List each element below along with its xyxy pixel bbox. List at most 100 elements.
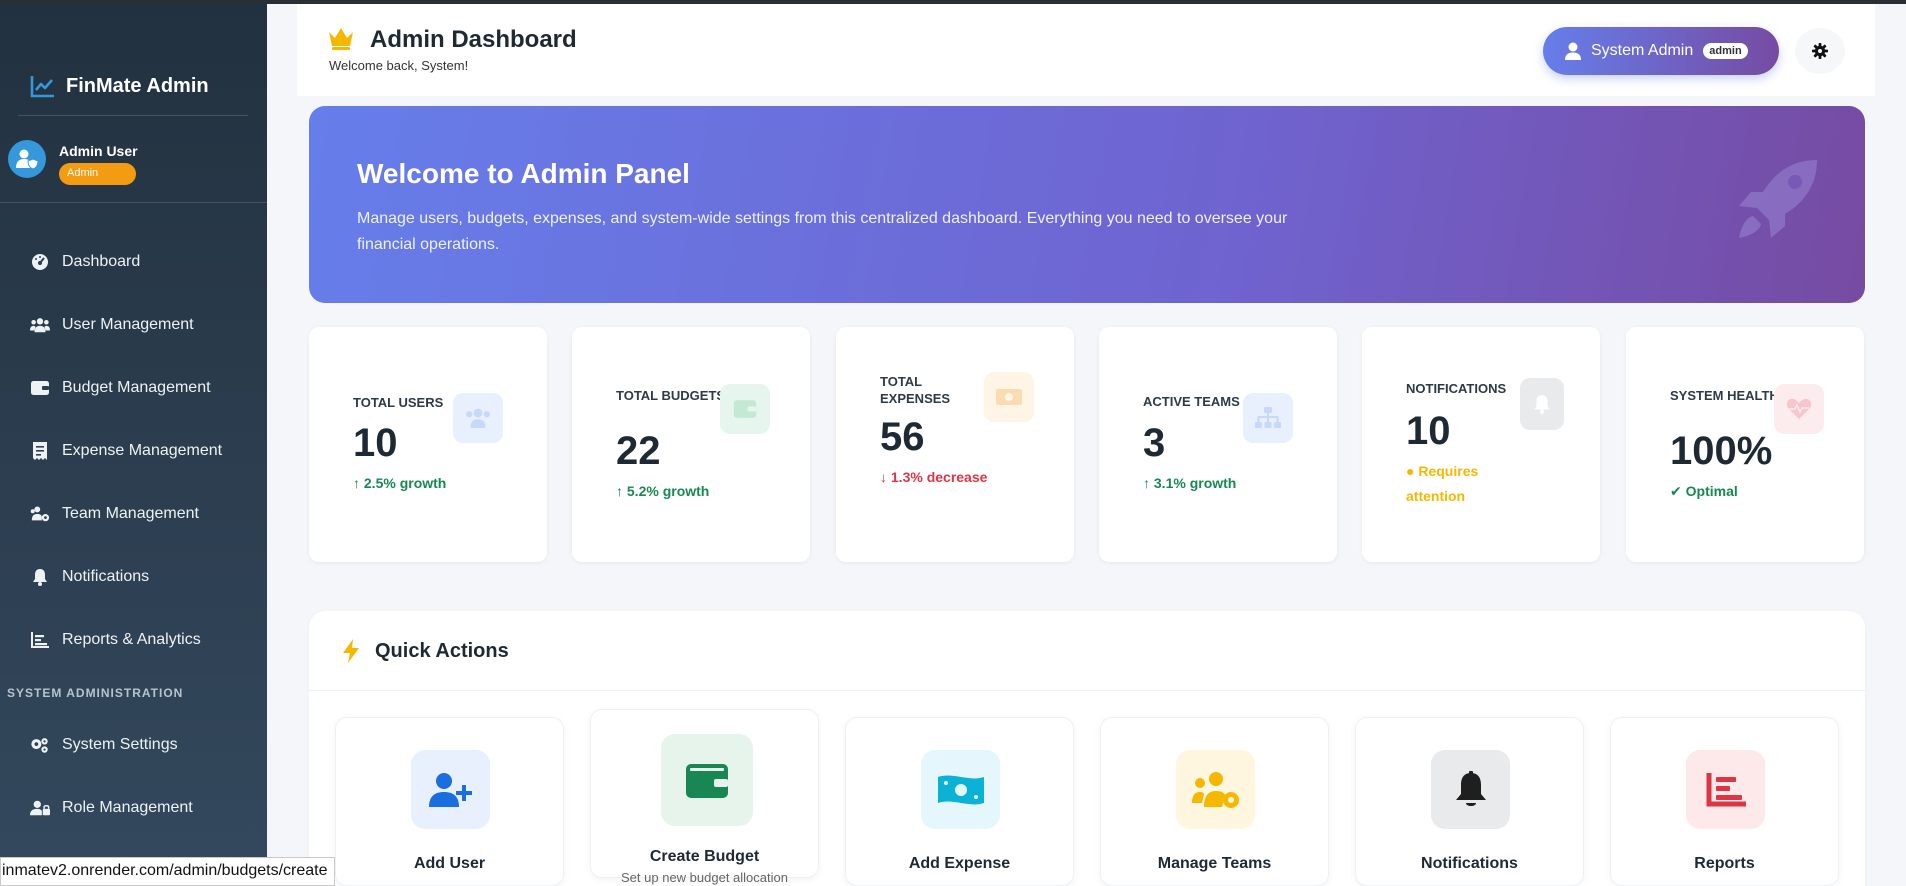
stat-label: Total Users: [353, 395, 444, 410]
wallet-icon: [720, 384, 770, 434]
quick-action-create-budget[interactable]: Create Budget Set up new budget allocati…: [590, 709, 819, 885]
quick-action-notifications[interactable]: Notifications: [1355, 717, 1584, 886]
crown-icon: [329, 28, 353, 50]
sidebar-item-label: Role Management: [62, 798, 193, 816]
stat-card-total-users: Total Users 10 ↑ 2.5% growth: [309, 327, 547, 562]
stat-card-active-teams: Active Teams 3 ↑ 3.1% growth: [1099, 327, 1337, 562]
heart-pulse-icon: [1774, 384, 1824, 434]
stat-value: 3: [1143, 421, 1166, 465]
sidebar-item-label: User Management: [62, 315, 194, 333]
users-icon: [30, 315, 50, 335]
status-bar-url: inmatev2.onrender.com/admin/budgets/crea…: [0, 857, 335, 886]
stat-card-notifications: Notifications 10 ● Requires attention: [1362, 327, 1600, 562]
stat-label: Total Expenses: [880, 374, 951, 406]
rocket-icon: [1739, 160, 1817, 238]
sidebar-item-budgets[interactable]: Budget Management: [0, 356, 267, 419]
settings-button[interactable]: [1795, 28, 1845, 74]
bell-icon: [1431, 750, 1510, 829]
user-lock-icon: [30, 798, 50, 818]
stat-trend: ↑ 5.2% growth: [616, 479, 726, 504]
chart-line-icon: [30, 76, 54, 98]
quick-action-label: Reports: [1694, 855, 1755, 872]
nav-section-label: SYSTEM ADMINISTRATION: [7, 686, 184, 700]
arrow-up-icon: ↑: [353, 475, 364, 491]
top-header: Admin Dashboard Welcome back, System! Sy…: [297, 4, 1875, 96]
stat-trend-text: 5.2% growth: [626, 483, 710, 499]
chart-bar-icon: [1686, 750, 1765, 829]
bell-icon: [30, 567, 50, 587]
avatar: [8, 140, 46, 178]
wallet-icon: [30, 378, 50, 398]
stat-trend: ● Requires attention: [1406, 459, 1516, 509]
sidebar-user-name: Admin User: [59, 143, 138, 159]
quick-action-description: Set up new budget allocation: [621, 870, 788, 885]
sidebar-item-system-settings[interactable]: System Settings: [0, 713, 267, 776]
stat-card-system-health: System Health 100% ✔ Optimal: [1626, 327, 1864, 562]
user-menu-button[interactable]: System Admin admin: [1543, 27, 1779, 75]
users-icon: [453, 393, 503, 443]
quick-action-label: Notifications: [1421, 855, 1518, 872]
quick-action-label: Manage Teams: [1157, 855, 1272, 872]
quick-action-manage-teams[interactable]: Manage Teams: [1100, 717, 1329, 886]
window-top-border: [0, 0, 1906, 4]
sidebar-nav: Dashboard User Management Budget Managem…: [0, 230, 267, 671]
users-cog-icon: [1176, 750, 1255, 829]
sidebar-item-label: Budget Management: [62, 378, 211, 396]
sidebar-item-label: Notifications: [62, 567, 150, 585]
stat-trend-text: Optimal: [1685, 483, 1738, 499]
user-shield-icon: [16, 149, 39, 170]
stat-trend: ↑ 3.1% growth: [1143, 471, 1253, 496]
sidebar-item-label: Reports & Analytics: [62, 630, 201, 648]
stat-value: 22: [616, 429, 661, 473]
stat-card-total-budgets: Total Budgets 22 ↑ 5.2% growth: [572, 327, 810, 562]
stat-label: Total Budgets: [616, 388, 726, 403]
sidebar-item-label: Dashboard: [62, 252, 141, 270]
money-bill-icon: [921, 750, 1000, 829]
bolt-icon: [343, 639, 359, 663]
arrow-up-icon: ↑: [1143, 475, 1154, 491]
arrow-up-icon: ↑: [616, 483, 627, 499]
quick-action-label: Add User: [413, 855, 486, 872]
chart-icon: [30, 630, 50, 650]
stat-trend: ↓ 1.3% decrease: [880, 465, 990, 490]
sidebar-item-label: System Settings: [62, 735, 178, 753]
stat-value: 100%: [1670, 429, 1773, 473]
sidebar: FinMate Admin Admin User Admin Dashboard…: [0, 4, 267, 886]
welcome-banner: Welcome to Admin Panel Manage users, bud…: [309, 106, 1865, 303]
quick-action-add-user[interactable]: Add User: [335, 717, 564, 886]
sidebar-item-dashboard[interactable]: Dashboard: [0, 230, 267, 293]
quick-actions-header: Quick Actions: [309, 611, 1865, 691]
stat-value: 10: [1406, 409, 1451, 453]
bell-icon: [1520, 378, 1564, 430]
stat-label: Notifications: [1406, 381, 1507, 396]
stat-trend: ↑ 2.5% growth: [353, 471, 463, 496]
sidebar-item-teams[interactable]: Team Management: [0, 482, 267, 545]
quick-actions-title: Quick Actions: [375, 640, 509, 662]
page-title: Admin Dashboard: [370, 26, 577, 53]
stat-trend-text: 3.1% growth: [1153, 475, 1237, 491]
user-role-tag: admin: [1703, 43, 1748, 59]
gears-icon: [30, 735, 50, 755]
brand[interactable]: FinMate Admin: [0, 4, 267, 116]
money-icon: [984, 372, 1034, 422]
stat-trend-text: 1.3% decrease: [890, 469, 988, 485]
sidebar-item-users[interactable]: User Management: [0, 293, 267, 356]
sidebar-item-role-management[interactable]: Role Management: [0, 776, 267, 839]
user-menu-name: System Admin: [1591, 42, 1694, 59]
check-circle-icon: ✔: [1670, 483, 1686, 499]
page-subtitle: Welcome back, System!: [329, 58, 469, 73]
sidebar-item-expenses[interactable]: Expense Management: [0, 419, 267, 482]
sidebar-item-label: Expense Management: [62, 441, 223, 459]
quick-action-reports[interactable]: Reports: [1610, 717, 1839, 886]
arrow-down-icon: ↓: [880, 469, 891, 485]
sidebar-item-notifications[interactable]: Notifications: [0, 545, 267, 608]
team-icon: [30, 504, 50, 524]
dashboard-icon: [30, 252, 50, 272]
receipt-icon: [30, 441, 50, 461]
quick-action-add-expense[interactable]: Add Expense: [845, 717, 1074, 886]
stat-trend-text: 2.5% growth: [363, 475, 447, 491]
sidebar-item-reports[interactable]: Reports & Analytics: [0, 608, 267, 671]
user-plus-icon: [411, 750, 490, 829]
gear-icon: [1812, 43, 1828, 59]
sidebar-item-label: Team Management: [62, 504, 199, 522]
